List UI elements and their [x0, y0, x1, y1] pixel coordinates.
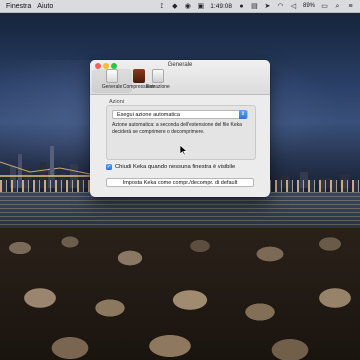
menu-aiuto[interactable]: Aiuto	[37, 3, 53, 10]
set-default-button[interactable]: Imposta Keka come compr./decompr. di def…	[106, 178, 254, 187]
action-select-value: Esegui azione automatica	[117, 112, 180, 118]
window-titlebar: Generale Generale Compressione Estrazion…	[90, 60, 270, 95]
clock[interactable]: 1:49:08	[210, 3, 232, 10]
color-icon[interactable]: ◉	[184, 3, 191, 10]
action-select[interactable]: Esegui azione automatica ⇕	[112, 110, 248, 119]
tab-estrazione[interactable]: Estrazione	[138, 69, 178, 90]
extract-icon	[152, 69, 164, 83]
notification-icon[interactable]: ⟟	[158, 3, 165, 10]
battery-icon[interactable]: ▭	[321, 3, 328, 10]
menu-bar: Finestra Aiuto ⟟ ◆ ◉ ▣ 1:49:08 ● ▤ ➤ ◠ ◁…	[0, 0, 360, 13]
checkmark-icon[interactable]: ✓	[106, 164, 112, 170]
menu-extras: ⟟ ◆ ◉ ▣ 1:49:08 ● ▤ ➤ ◠ ◁ 89% ▭ ⌕ ≡	[158, 3, 354, 10]
mic-icon[interactable]: ●	[238, 3, 245, 10]
window-title: Generale	[167, 62, 193, 68]
app-icon[interactable]: ▣	[197, 3, 204, 10]
preferences-window: Generale Generale Compressione Estrazion…	[90, 60, 270, 197]
close-keka-label: Chiudi Keka quando nessuna finestra è vi…	[115, 164, 236, 170]
list-icon[interactable]: ≡	[347, 3, 354, 10]
lock-icon[interactable]: ▤	[251, 3, 258, 10]
wifi-icon[interactable]: ◠	[277, 3, 284, 10]
spotlight-icon[interactable]: ⌕	[334, 3, 341, 10]
battery-percent[interactable]: 89%	[303, 3, 315, 9]
nav-icon[interactable]: ➤	[264, 3, 271, 10]
river-water	[0, 192, 360, 232]
rocky-shore	[0, 228, 360, 360]
action-description: Azione automatica: a seconda dell'estens…	[112, 122, 242, 135]
tab-label: Estrazione	[146, 84, 170, 90]
mouse-cursor-icon	[180, 145, 188, 156]
chevron-updown-icon: ⇕	[239, 110, 247, 119]
close-keka-option[interactable]: ✓ Chiudi Keka quando nessuna finestra è …	[106, 164, 235, 170]
volume-icon[interactable]: ◁	[290, 3, 297, 10]
dropbox-icon[interactable]: ◆	[171, 3, 178, 10]
menu-finestra[interactable]: Finestra	[6, 3, 31, 10]
